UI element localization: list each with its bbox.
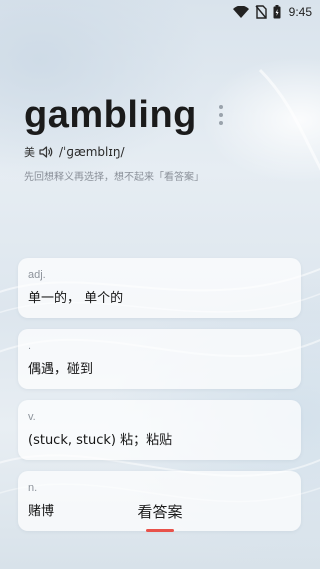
speaker-icon[interactable] [39, 145, 53, 159]
definition-text: (stuck, stuck) 粘；粘贴 [28, 433, 173, 448]
definition-option-3[interactable]: v. (stuck, stuck) 粘；粘贴 [18, 400, 301, 460]
status-time: 9:45 [288, 5, 312, 19]
definition-option-1[interactable]: adj. 单一的， 单个的 [18, 258, 301, 318]
status-icons: 9:45 [232, 3, 312, 21]
part-of-speech: v. [28, 411, 36, 423]
no-sim-icon [255, 5, 267, 19]
show-answer-button[interactable]: 看答案 [130, 500, 190, 534]
battery-icon [273, 5, 281, 19]
definition-text: 偶遇，碰到 [28, 362, 94, 377]
wifi-icon [232, 6, 249, 18]
pronunciation-region: 美 [24, 146, 35, 159]
definition-text: 单一的， 单个的 [28, 291, 124, 306]
word-title: gambling [24, 94, 197, 136]
more-vertical-icon[interactable] [217, 104, 225, 126]
status-bar: 9:45 [0, 0, 320, 24]
word-header: gambling [24, 92, 304, 138]
definition-option-2[interactable]: . 偶遇，碰到 [18, 329, 301, 389]
answer-underline [146, 529, 174, 532]
hint-text: 先回想释义再选择，想不起来「看答案」 [24, 172, 204, 183]
part-of-speech: . [28, 340, 32, 352]
part-of-speech: adj. [28, 269, 46, 281]
pronunciation-row: 美 /ˈɡæmblɪŋ/ [24, 143, 125, 161]
part-of-speech: n. [28, 482, 38, 494]
phonetic-text: /ˈɡæmblɪŋ/ [59, 145, 125, 159]
show-answer-label: 看答案 [137, 503, 183, 521]
